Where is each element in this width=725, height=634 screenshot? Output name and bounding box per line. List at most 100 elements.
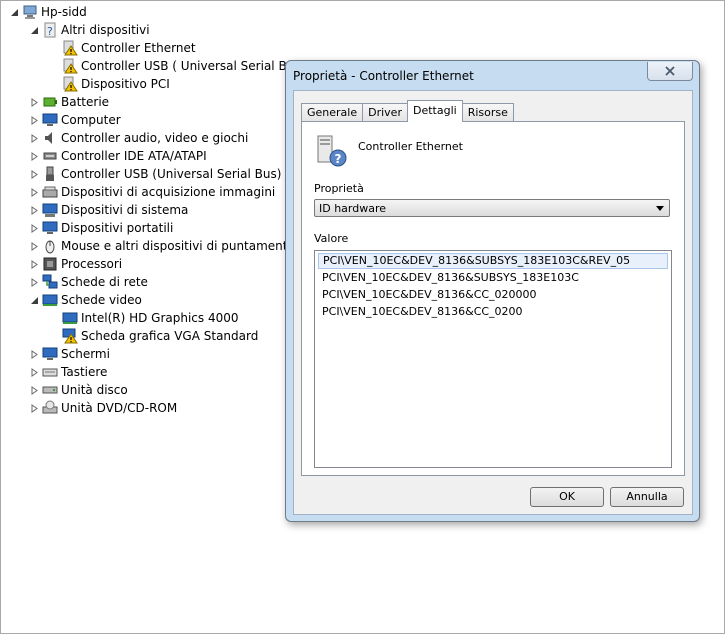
tree-item-dispositivo-pci[interactable]: Dispositivo PCI xyxy=(62,75,170,93)
tree-item-label: Schermi xyxy=(61,347,110,361)
system-device-icon xyxy=(42,202,58,218)
tab-strip: Generale Driver Dettagli Risorse xyxy=(301,100,514,122)
expand-arrow-icon[interactable] xyxy=(28,348,40,360)
expand-arrow-icon[interactable] xyxy=(28,168,40,180)
list-item[interactable]: PCI\VEN_10EC&DEV_8136&SUBSYS_183E103C xyxy=(318,270,668,286)
value-label: Valore xyxy=(314,232,349,245)
warning-device-icon xyxy=(62,40,78,56)
tree-item-usb[interactable]: Controller USB (Universal Serial Bus) xyxy=(28,165,281,183)
svg-text:?: ? xyxy=(47,25,53,38)
tree-item-label: Altri dispositivi xyxy=(61,23,150,37)
expand-arrow-icon[interactable] xyxy=(28,258,40,270)
dvd-drive-icon xyxy=(42,400,58,416)
dialog-title: Proprietà - Controller Ethernet xyxy=(293,69,474,83)
tree-item-label: Scheda grafica VGA Standard xyxy=(81,329,259,343)
tree-item-schermi[interactable]: Schermi xyxy=(28,345,110,363)
tab-generale[interactable]: Generale xyxy=(301,103,364,122)
tree-item-mouse[interactable]: Mouse e altri dispositivi di puntamento xyxy=(28,237,295,255)
tree-item-label: Tastiere xyxy=(61,365,108,379)
expand-arrow-icon[interactable] xyxy=(28,96,40,108)
properties-dialog: Proprietà - Controller Ethernet Generale… xyxy=(285,60,700,522)
device-name: Controller Ethernet xyxy=(358,140,463,153)
tree-item-vga-standard[interactable]: Scheda grafica VGA Standard xyxy=(62,327,258,345)
tree-item-label: Dispositivi di sistema xyxy=(61,203,189,217)
property-select-value: ID hardware xyxy=(319,202,387,215)
tree-item-dvd[interactable]: Unità DVD/CD-ROM xyxy=(28,399,177,417)
list-item[interactable]: PCI\VEN_10EC&DEV_8136&SUBSYS_183E103C&RE… xyxy=(318,253,668,269)
tree-item-portable[interactable]: Dispositivi portatili xyxy=(28,219,173,237)
tab-dettagli[interactable]: Dettagli xyxy=(406,100,463,122)
tree-item-label: Unità disco xyxy=(61,383,128,397)
expand-arrow-icon[interactable] xyxy=(28,186,40,198)
details-panel: ? Controller Ethernet Proprietà ID hardw… xyxy=(301,121,685,476)
svg-text:?: ? xyxy=(335,152,342,166)
display-adapter-icon xyxy=(62,310,78,326)
tree-item-label: Schede di rete xyxy=(61,275,148,289)
tree-item-imaging[interactable]: Dispositivi di acquisizione immagini xyxy=(28,183,275,201)
tree-item-label: Controller USB (Universal Serial Bus) xyxy=(61,167,282,181)
tree-item-altri-dispositivi[interactable]: ? Altri dispositivi xyxy=(28,21,150,39)
tree-item-label: Controller Ethernet xyxy=(81,41,196,55)
tree-item-schede-video[interactable]: Schede video xyxy=(28,291,142,309)
expand-arrow-icon[interactable] xyxy=(28,150,40,162)
monitor-icon xyxy=(42,112,58,128)
collapse-arrow-icon[interactable] xyxy=(28,294,40,306)
tree-item-tastiere[interactable]: Tastiere xyxy=(28,363,107,381)
disk-drive-icon xyxy=(42,382,58,398)
warning-display-adapter-icon xyxy=(62,328,78,344)
expand-arrow-icon[interactable] xyxy=(28,222,40,234)
close-button[interactable] xyxy=(647,62,693,81)
tree-root[interactable]: Hp-sidd xyxy=(8,3,87,21)
tab-driver[interactable]: Driver xyxy=(362,103,408,122)
tree-item-label: Controller IDE ATA/ATAPI xyxy=(61,149,207,163)
processor-icon xyxy=(42,256,58,272)
tree-item-intel-hd[interactable]: Intel(R) HD Graphics 4000 xyxy=(62,309,239,327)
tree-item-processors[interactable]: Processori xyxy=(28,255,122,273)
property-select[interactable]: ID hardware xyxy=(314,199,670,217)
warning-device-icon xyxy=(62,76,78,92)
tree-item-batterie[interactable]: Batterie xyxy=(28,93,109,111)
expand-arrow-icon[interactable] xyxy=(28,204,40,216)
tree-item-disk[interactable]: Unità disco xyxy=(28,381,128,399)
dialog-client-area: Generale Driver Dettagli Risorse ? Contr… xyxy=(293,90,693,515)
tree-item-label: Intel(R) HD Graphics 4000 xyxy=(81,311,239,325)
tree-item-audio[interactable]: Controller audio, video e giochi xyxy=(28,129,248,147)
cancel-button[interactable]: Annulla xyxy=(610,487,684,507)
collapse-arrow-icon[interactable] xyxy=(28,24,40,36)
network-icon xyxy=(42,274,58,290)
expand-arrow-icon[interactable] xyxy=(28,132,40,144)
collapse-arrow-icon[interactable] xyxy=(8,6,20,18)
value-listbox[interactable]: PCI\VEN_10EC&DEV_8136&SUBSYS_183E103C&RE… xyxy=(314,250,672,468)
tree-item-controller-ethernet[interactable]: Controller Ethernet xyxy=(62,39,196,57)
keyboard-icon xyxy=(42,364,58,380)
speaker-icon xyxy=(42,130,58,146)
tree-item-label: Dispositivi portatili xyxy=(61,221,174,235)
tab-risorse[interactable]: Risorse xyxy=(461,103,514,122)
usb-icon xyxy=(42,166,58,182)
battery-icon xyxy=(42,94,58,110)
expand-arrow-icon[interactable] xyxy=(28,402,40,414)
expand-arrow-icon[interactable] xyxy=(28,240,40,252)
expand-arrow-icon[interactable] xyxy=(28,276,40,288)
list-item[interactable]: PCI\VEN_10EC&DEV_8136&CC_020000 xyxy=(318,287,668,303)
tree-item-label: Controller audio, video e giochi xyxy=(61,131,249,145)
tree-item-label: Dispositivi di acquisizione immagini xyxy=(61,185,276,199)
tree-item-system[interactable]: Dispositivi di sistema xyxy=(28,201,188,219)
tree-item-label: Controller USB ( Universal Serial Bus) xyxy=(81,59,306,73)
ok-button[interactable]: OK xyxy=(530,487,604,507)
tree-root-label: Hp-sidd xyxy=(41,5,87,19)
list-item[interactable]: PCI\VEN_10EC&DEV_8136&CC_0200 xyxy=(318,304,668,320)
tree-item-label: Dispositivo PCI xyxy=(81,77,170,91)
tree-item-computer[interactable]: Computer xyxy=(28,111,121,129)
tree-item-ide[interactable]: Controller IDE ATA/ATAPI xyxy=(28,147,207,165)
tree-item-network[interactable]: Schede di rete xyxy=(28,273,148,291)
monitor-icon xyxy=(42,346,58,362)
mouse-icon xyxy=(42,238,58,254)
tree-item-label: Computer xyxy=(61,113,121,127)
expand-arrow-icon[interactable] xyxy=(28,366,40,378)
expand-arrow-icon[interactable] xyxy=(28,384,40,396)
tree-item-controller-usb[interactable]: Controller USB ( Universal Serial Bus) xyxy=(62,57,305,75)
dropdown-arrow-icon xyxy=(656,206,664,211)
expand-arrow-icon[interactable] xyxy=(28,114,40,126)
portable-device-icon xyxy=(42,220,58,236)
